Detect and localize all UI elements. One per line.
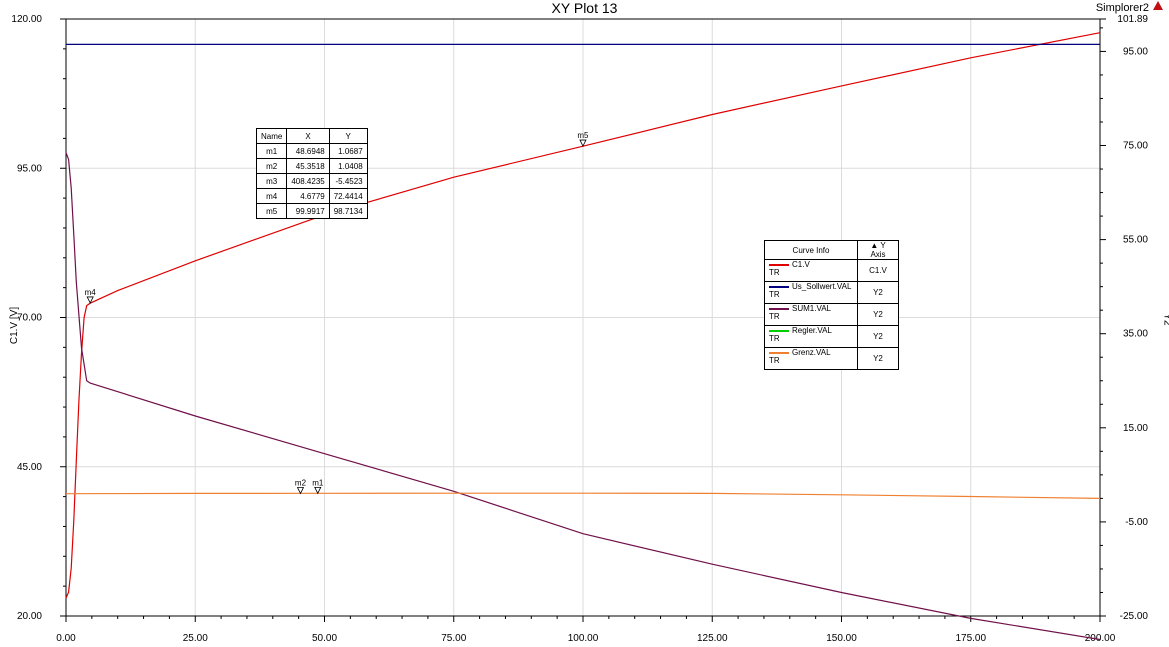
marker-header-x: X (286, 128, 330, 144)
marker-name: m3 (255, 173, 288, 189)
y1-tick-label: 20.00 (17, 611, 42, 622)
legend-curve-sub: TR (769, 290, 780, 299)
y2-tick-label: -25.00 (1120, 611, 1149, 622)
legend-row-c1-v[interactable]: C1.V TR C1.V (764, 259, 899, 282)
legend-curve-name: Grenz.VAL (792, 348, 831, 357)
y1-tick-label: 120.00 (11, 14, 42, 25)
marker-row[interactable]: m5 99.9917 98.7134 (255, 203, 368, 219)
legend-curve-name: Us_Sollwert.VAL (792, 282, 852, 291)
legend-curve-cell: SUM1.VAL TR (764, 303, 858, 326)
legend-curve-sub: TR (769, 356, 780, 365)
legend-curve-cell: Grenz.VAL TR (764, 347, 858, 370)
marker-x: 408.4235 (286, 173, 330, 189)
y1-tick-label: 95.00 (17, 163, 42, 174)
marker-x: 4.6779 (286, 188, 330, 204)
y2-tick-label: 95.00 (1123, 46, 1148, 57)
y2-tick-label: 101.89 (1117, 14, 1148, 25)
marker-x: 48.6948 (286, 143, 330, 159)
y2-tick-label: -5.00 (1125, 517, 1148, 528)
legend-curve-sub: TR (769, 268, 780, 277)
x-tick-label: 150.00 (826, 633, 857, 644)
legend-curve-cell: Us_Sollwert.VAL TR (764, 281, 858, 304)
legend-curve-name: C1.V (792, 260, 810, 269)
marker-label-m1: m1 (312, 478, 324, 487)
x-tick-label: 75.00 (441, 633, 466, 644)
y2-tick-label: 15.00 (1123, 423, 1148, 434)
marker-name: m5 (255, 203, 288, 219)
legend-curve-sub: TR (769, 312, 780, 321)
legend-header: Curve Info ▲ Y Axis (764, 240, 899, 260)
marker-name: m1 (255, 143, 288, 159)
y2-tick-label: 75.00 (1123, 141, 1148, 152)
x-tick-label: 25.00 (183, 633, 208, 644)
y1-tick-label: 70.00 (17, 313, 42, 324)
marker-name: m4 (255, 188, 288, 204)
marker-label-m4: m4 (85, 288, 97, 297)
x-tick-label: 100.00 (568, 633, 599, 644)
sort-asc-icon: ▲ (870, 241, 879, 250)
x-tick-label: 125.00 (697, 633, 728, 644)
marker-y: 1.0408 (328, 158, 368, 174)
legend-row-sum1-val[interactable]: SUM1.VAL TR Y2 (764, 303, 899, 326)
legend-swatch (769, 351, 789, 354)
marker-y: 1.0687 (328, 143, 368, 159)
marker-name: m2 (255, 158, 288, 174)
legend-axis-cell: Y2 (857, 325, 899, 348)
legend-row-regler-val[interactable]: Regler.VAL TR Y2 (764, 325, 899, 348)
marker-table-header: Name X Y (255, 128, 368, 144)
x-tick-label: 50.00 (312, 633, 337, 644)
marker-label-m2: m2 (295, 478, 307, 487)
marker-label-m5: m5 (577, 131, 589, 140)
marker-x: 45.3518 (286, 158, 330, 174)
legend-curve-sub: TR (769, 334, 780, 343)
legend-axis-cell: C1.V (857, 259, 899, 282)
marker-table[interactable]: Name X Y m1 48.6948 1.0687 m2 45.3518 1.… (255, 128, 368, 219)
y2-tick-label: 35.00 (1123, 329, 1148, 340)
curve-info-legend[interactable]: Curve Info ▲ Y Axis C1.V TR C1.V Us_Sollwer… (764, 240, 899, 370)
legend-row-grenz-val[interactable]: Grenz.VAL TR Y2 (764, 347, 899, 370)
marker-row[interactable]: m4 4.6779 72.4414 (255, 188, 368, 204)
marker-header-y: Y (328, 128, 368, 144)
legend-curve-cell: Regler.VAL TR (764, 325, 858, 348)
marker-y: -5.4523 (328, 173, 368, 189)
y1-tick-label: 45.00 (17, 462, 42, 473)
legend-curve-name: Regler.VAL (792, 326, 832, 335)
legend-axis-cell: Y2 (857, 303, 899, 326)
marker-header-name: Name (255, 128, 288, 144)
x-tick-label: 0.00 (56, 633, 76, 644)
marker-m2 (296, 487, 305, 495)
marker-y: 98.7134 (328, 203, 368, 219)
y2-tick-label: 55.00 (1123, 235, 1148, 246)
legend-axis-cell: Y2 (857, 347, 899, 370)
legend-curve-name: SUM1.VAL (792, 304, 831, 313)
legend-header-y-axis[interactable]: ▲ Y Axis (857, 240, 899, 260)
marker-row[interactable]: m1 48.6948 1.0687 (255, 143, 368, 159)
legend-swatch (769, 285, 789, 288)
x-tick-label: 200.00 (1085, 633, 1116, 644)
legend-curve-cell: C1.V TR (764, 259, 858, 282)
x-tick-label: 175.00 (955, 633, 986, 644)
legend-header-curve-info[interactable]: Curve Info (764, 240, 858, 260)
plot-area[interactable]: 0.00 25.00 50.00 75.00 100.00 125.00 150.00 175… (0, 0, 1169, 647)
marker-row[interactable]: m2 45.3518 1.0408 (255, 158, 368, 174)
marker-x: 99.9917 (286, 203, 330, 219)
marker-row[interactable]: m3 408.4235 -5.4523 (255, 173, 368, 189)
legend-axis-cell: Y2 (857, 281, 899, 304)
legend-swatch (769, 329, 789, 332)
legend-swatch (769, 263, 789, 266)
legend-row-us-sollwert-val[interactable]: Us_Sollwert.VAL TR Y2 (764, 281, 899, 304)
marker-m1 (314, 486, 322, 495)
legend-swatch (769, 307, 789, 310)
marker-y: 72.4414 (328, 188, 368, 204)
